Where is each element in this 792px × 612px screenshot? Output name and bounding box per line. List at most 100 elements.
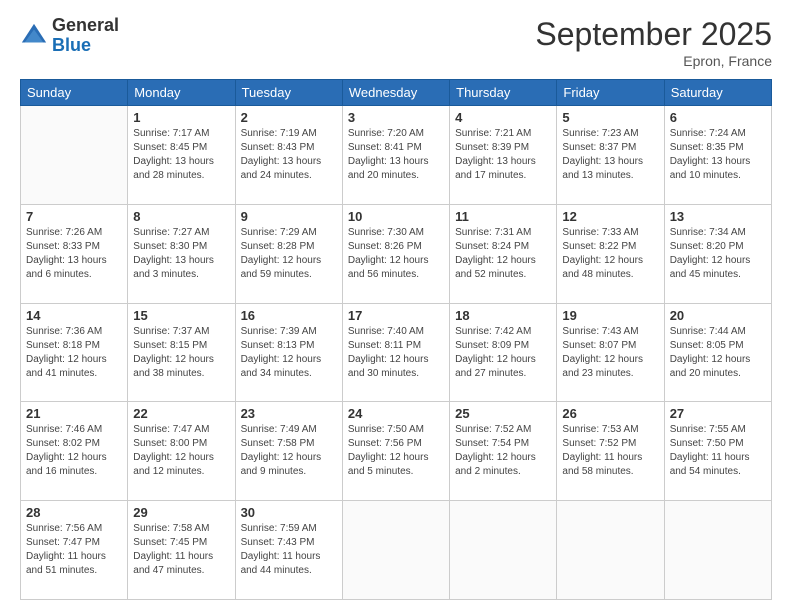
calendar-cell: 13 Sunrise: 7:34 AM Sunset: 8:20 PM Dayli… [664, 204, 771, 303]
calendar-cell [450, 501, 557, 600]
day-number: 28 [26, 505, 122, 520]
col-monday: Monday [128, 80, 235, 106]
calendar-cell: 28 Sunrise: 7:56 AM Sunset: 7:47 PM Dayli… [21, 501, 128, 600]
calendar-cell: 14 Sunrise: 7:36 AM Sunset: 8:18 PM Dayli… [21, 303, 128, 402]
calendar-week-2: 7 Sunrise: 7:26 AM Sunset: 8:33 PM Daylig… [21, 204, 772, 303]
calendar-cell: 3 Sunrise: 7:20 AM Sunset: 8:41 PM Daylig… [342, 106, 449, 205]
day-number: 15 [133, 308, 229, 323]
month-title: September 2025 [535, 16, 772, 53]
col-thursday: Thursday [450, 80, 557, 106]
col-sunday: Sunday [21, 80, 128, 106]
day-number: 1 [133, 110, 229, 125]
calendar-cell: 10 Sunrise: 7:30 AM Sunset: 8:26 PM Dayli… [342, 204, 449, 303]
day-number: 3 [348, 110, 444, 125]
calendar-cell: 2 Sunrise: 7:19 AM Sunset: 8:43 PM Daylig… [235, 106, 342, 205]
day-info: Sunrise: 7:42 AM Sunset: 8:09 PM Dayligh… [455, 325, 551, 381]
logo-blue: Blue [52, 36, 119, 56]
day-number: 11 [455, 209, 551, 224]
day-info: Sunrise: 7:27 AM Sunset: 8:30 PM Dayligh… [133, 226, 229, 282]
calendar-header-row: Sunday Monday Tuesday Wednesday Thursday… [21, 80, 772, 106]
day-number: 17 [348, 308, 444, 323]
day-number: 9 [241, 209, 337, 224]
day-number: 26 [562, 406, 658, 421]
calendar-cell: 19 Sunrise: 7:43 AM Sunset: 8:07 PM Dayli… [557, 303, 664, 402]
calendar-cell: 25 Sunrise: 7:52 AM Sunset: 7:54 PM Dayli… [450, 402, 557, 501]
calendar-cell: 11 Sunrise: 7:31 AM Sunset: 8:24 PM Dayli… [450, 204, 557, 303]
day-number: 12 [562, 209, 658, 224]
day-number: 29 [133, 505, 229, 520]
day-info: Sunrise: 7:33 AM Sunset: 8:22 PM Dayligh… [562, 226, 658, 282]
day-info: Sunrise: 7:29 AM Sunset: 8:28 PM Dayligh… [241, 226, 337, 282]
calendar-cell [664, 501, 771, 600]
day-info: Sunrise: 7:30 AM Sunset: 8:26 PM Dayligh… [348, 226, 444, 282]
title-block: September 2025 Epron, France [535, 16, 772, 69]
day-info: Sunrise: 7:58 AM Sunset: 7:45 PM Dayligh… [133, 522, 229, 578]
calendar-week-1: 1 Sunrise: 7:17 AM Sunset: 8:45 PM Daylig… [21, 106, 772, 205]
day-number: 10 [348, 209, 444, 224]
day-number: 2 [241, 110, 337, 125]
col-tuesday: Tuesday [235, 80, 342, 106]
day-info: Sunrise: 7:19 AM Sunset: 8:43 PM Dayligh… [241, 127, 337, 183]
calendar-cell: 20 Sunrise: 7:44 AM Sunset: 8:05 PM Dayli… [664, 303, 771, 402]
day-info: Sunrise: 7:36 AM Sunset: 8:18 PM Dayligh… [26, 325, 122, 381]
day-number: 25 [455, 406, 551, 421]
day-number: 6 [670, 110, 766, 125]
day-info: Sunrise: 7:52 AM Sunset: 7:54 PM Dayligh… [455, 423, 551, 479]
day-number: 14 [26, 308, 122, 323]
col-wednesday: Wednesday [342, 80, 449, 106]
day-info: Sunrise: 7:24 AM Sunset: 8:35 PM Dayligh… [670, 127, 766, 183]
calendar-cell: 4 Sunrise: 7:21 AM Sunset: 8:39 PM Daylig… [450, 106, 557, 205]
day-info: Sunrise: 7:21 AM Sunset: 8:39 PM Dayligh… [455, 127, 551, 183]
day-number: 19 [562, 308, 658, 323]
calendar-week-3: 14 Sunrise: 7:36 AM Sunset: 8:18 PM Dayli… [21, 303, 772, 402]
day-number: 13 [670, 209, 766, 224]
calendar-week-4: 21Sunrise: 7:46 AM Sunset: 8:02 PM Dayli… [21, 402, 772, 501]
day-info: Sunrise: 7:20 AM Sunset: 8:41 PM Dayligh… [348, 127, 444, 183]
day-number: 4 [455, 110, 551, 125]
day-number: 16 [241, 308, 337, 323]
day-info: Sunrise: 7:34 AM Sunset: 8:20 PM Dayligh… [670, 226, 766, 282]
day-info: Sunrise: 7:44 AM Sunset: 8:05 PM Dayligh… [670, 325, 766, 381]
day-number: 20 [670, 308, 766, 323]
day-info: Sunrise: 7:26 AM Sunset: 8:33 PM Dayligh… [26, 226, 122, 282]
col-friday: Friday [557, 80, 664, 106]
day-number: 23 [241, 406, 337, 421]
day-info: Sunrise: 7:39 AM Sunset: 8:13 PM Dayligh… [241, 325, 337, 381]
location: Epron, France [535, 53, 772, 69]
calendar-cell: 6 Sunrise: 7:24 AM Sunset: 8:35 PM Daylig… [664, 106, 771, 205]
calendar-cell: 23 Sunrise: 7:49 AM Sunset: 7:58 PM Dayli… [235, 402, 342, 501]
day-number: 8 [133, 209, 229, 224]
day-info: Sunrise: 7:53 AM Sunset: 7:52 PM Dayligh… [562, 423, 658, 479]
logo-general: General [52, 16, 119, 36]
day-number: 27 [670, 406, 766, 421]
day-info: Sunrise: 7:56 AM Sunset: 7:47 PM Dayligh… [26, 522, 122, 578]
day-number: 18 [455, 308, 551, 323]
calendar-cell: 30Sunrise: 7:59 AM Sunset: 7:43 PM Dayli… [235, 501, 342, 600]
day-number: 22 [133, 406, 229, 421]
day-info: Sunrise: 7:31 AM Sunset: 8:24 PM Dayligh… [455, 226, 551, 282]
day-number: 7 [26, 209, 122, 224]
day-info: Sunrise: 7:17 AM Sunset: 8:45 PM Dayligh… [133, 127, 229, 183]
day-info: Sunrise: 7:55 AM Sunset: 7:50 PM Dayligh… [670, 423, 766, 479]
day-info: Sunrise: 7:43 AM Sunset: 8:07 PM Dayligh… [562, 325, 658, 381]
header: General Blue September 2025 Epron, Franc… [20, 16, 772, 69]
day-info: Sunrise: 7:46 AM Sunset: 8:02 PM Dayligh… [26, 423, 122, 479]
calendar-week-5: 28 Sunrise: 7:56 AM Sunset: 7:47 PM Dayli… [21, 501, 772, 600]
calendar-cell: 5Sunrise: 7:23 AM Sunset: 8:37 PM Daylig… [557, 106, 664, 205]
logo-icon [20, 22, 48, 50]
day-info: Sunrise: 7:49 AM Sunset: 7:58 PM Dayligh… [241, 423, 337, 479]
calendar-cell: 22 Sunrise: 7:47 AM Sunset: 8:00 PM Dayli… [128, 402, 235, 501]
calendar-cell: 1 Sunrise: 7:17 AM Sunset: 8:45 PM Daylig… [128, 106, 235, 205]
calendar-cell [21, 106, 128, 205]
calendar-cell: 26 Sunrise: 7:53 AM Sunset: 7:52 PM Dayli… [557, 402, 664, 501]
page: General Blue September 2025 Epron, Franc… [0, 0, 792, 612]
day-number: 5 [562, 110, 658, 125]
calendar-cell [342, 501, 449, 600]
day-info: Sunrise: 7:47 AM Sunset: 8:00 PM Dayligh… [133, 423, 229, 479]
calendar-cell: 8 Sunrise: 7:27 AM Sunset: 8:30 PM Daylig… [128, 204, 235, 303]
day-number: 30 [241, 505, 337, 520]
calendar-cell: 24Sunrise: 7:50 AM Sunset: 7:56 PM Dayli… [342, 402, 449, 501]
calendar-cell: 27 Sunrise: 7:55 AM Sunset: 7:50 PM Dayli… [664, 402, 771, 501]
calendar-cell: 16 Sunrise: 7:39 AM Sunset: 8:13 PM Dayli… [235, 303, 342, 402]
calendar-cell: 12 Sunrise: 7:33 AM Sunset: 8:22 PM Dayli… [557, 204, 664, 303]
